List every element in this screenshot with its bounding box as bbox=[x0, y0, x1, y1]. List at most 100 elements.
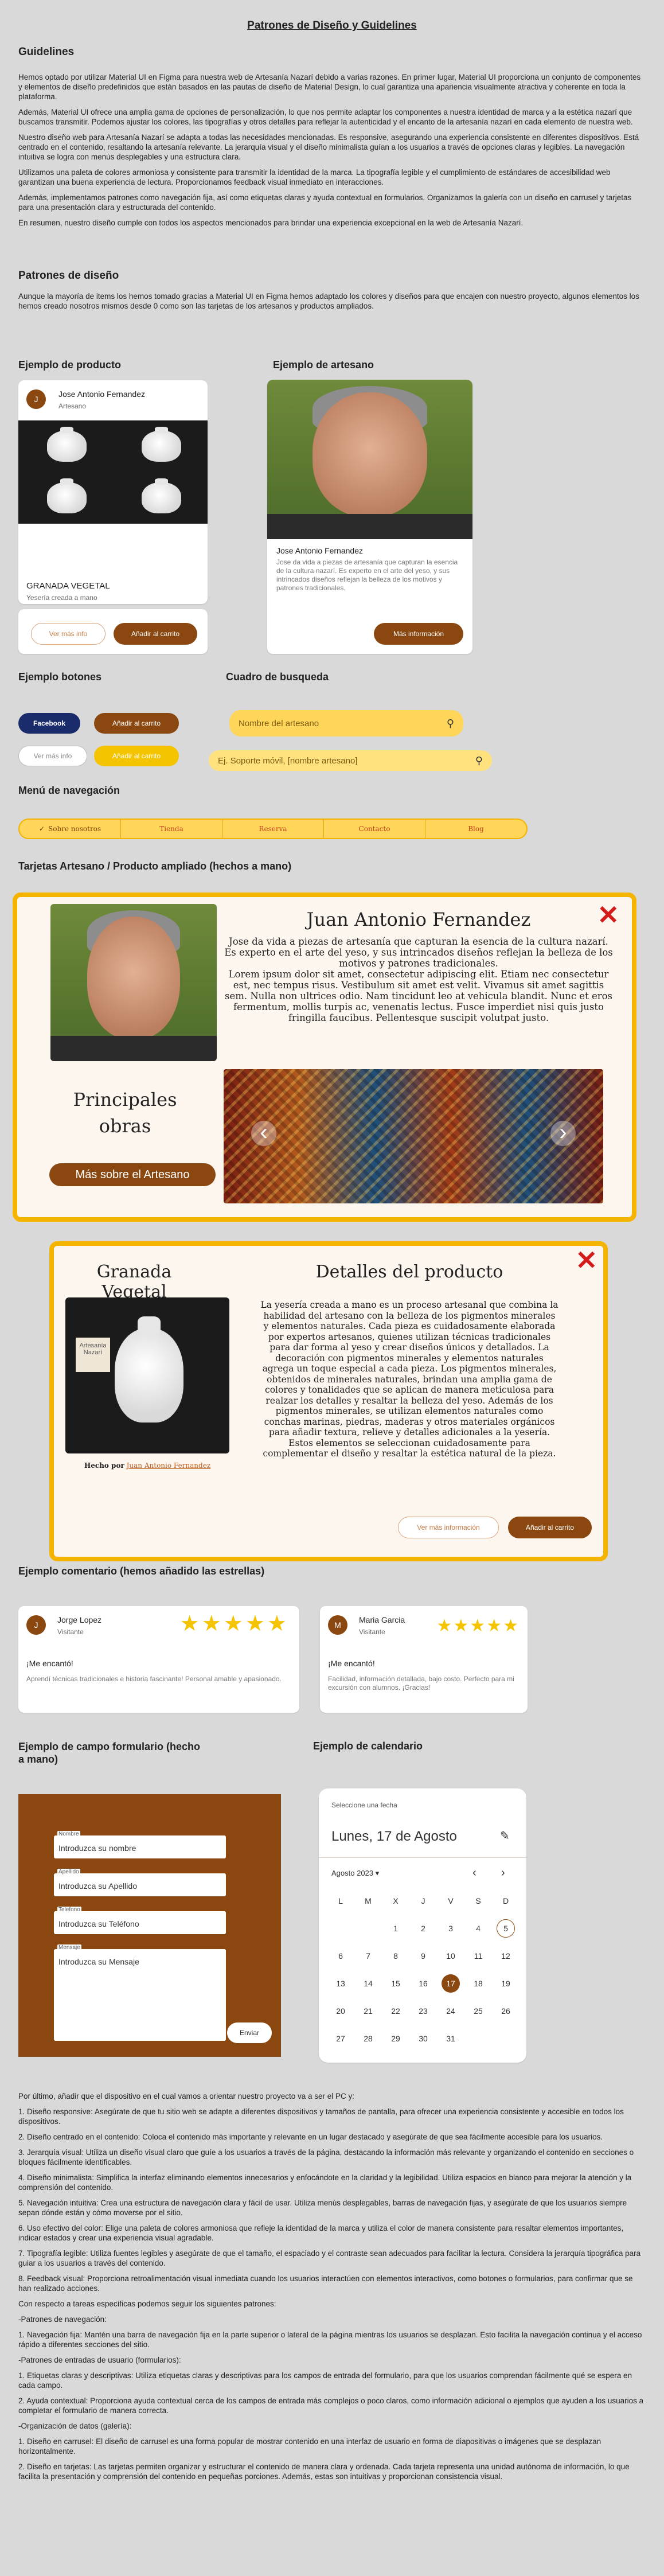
calendar-day[interactable]: 11 bbox=[469, 1947, 487, 1965]
carousel-prev-icon[interactable]: ‹ bbox=[251, 1121, 276, 1146]
commenter-name: Maria Garcia bbox=[359, 1615, 405, 1624]
about-artisan-button[interactable]: Más sobre el Artesano bbox=[49, 1163, 216, 1186]
comment-text: Aprendí técnicas tradicionales e histori… bbox=[26, 1675, 282, 1683]
nav-item-reserva[interactable]: Reserva bbox=[222, 820, 324, 838]
add-to-cart-button[interactable]: Añadir al carrito bbox=[508, 1517, 592, 1538]
calendar-day[interactable]: 4 bbox=[469, 1919, 487, 1938]
weekday-label: M bbox=[365, 1896, 372, 1905]
calendar-day[interactable]: 3 bbox=[442, 1919, 460, 1938]
calendar-day[interactable]: 23 bbox=[414, 2002, 432, 2020]
nav-item-sobre-nosotros[interactable]: ✓ Sobre nosotros bbox=[19, 820, 121, 838]
weekday-label: V bbox=[448, 1896, 454, 1905]
calendar-day[interactable]: 8 bbox=[386, 1947, 405, 1965]
more-info-button[interactable]: Ver más información bbox=[398, 1517, 499, 1538]
weekday-label: X bbox=[393, 1896, 399, 1905]
message-field[interactable]: Mensaje Introduzca su Mensaje bbox=[54, 1944, 226, 2041]
month-year-select[interactable]: Agosto 2023 ▾ bbox=[331, 1869, 379, 1878]
calendar-day[interactable]: 31 bbox=[442, 2029, 460, 2048]
comment-card: M Maria Garcia Visitante ★★★★★ ¡Me encan… bbox=[320, 1606, 528, 1713]
edit-icon[interactable]: ✎ bbox=[500, 1829, 510, 1843]
calendar-day[interactable]: 9 bbox=[414, 1947, 432, 1965]
search-icon[interactable]: ⚲ bbox=[447, 718, 454, 730]
comment-card: J Jorge Lopez Visitante ★★★★★ ¡Me encant… bbox=[18, 1606, 299, 1713]
device-item: 5. Navegación intuitiva: Crea una estruc… bbox=[18, 2199, 627, 2217]
carousel-next-icon[interactable]: › bbox=[550, 1121, 576, 1146]
form-pattern-item: 1. Etiquetas claras y descriptivas: Util… bbox=[18, 2371, 632, 2390]
artisan-card: Jose Antonio Fernandez Jose da vida a pi… bbox=[267, 380, 472, 654]
name-field[interactable]: Nombre Introduzca su nombre bbox=[54, 1831, 226, 1858]
close-icon[interactable]: ✕ bbox=[575, 1247, 597, 1273]
weekday-label: J bbox=[421, 1896, 425, 1905]
more-info-button[interactable]: Ver más info bbox=[31, 623, 106, 645]
search-icon[interactable]: ⚲ bbox=[475, 755, 483, 767]
patterns-intro: Con respecto a tareas específicas podemo… bbox=[18, 2300, 276, 2308]
nav-item-blog[interactable]: Blog bbox=[425, 820, 526, 838]
gallery-title: -Organización de datos (galería): bbox=[18, 2422, 132, 2430]
calendar-day[interactable]: 29 bbox=[386, 2029, 405, 2048]
nav-item-contacto[interactable]: Contacto bbox=[324, 820, 425, 838]
artisan-photo bbox=[50, 904, 217, 1061]
calendar-day[interactable]: 12 bbox=[497, 1947, 515, 1965]
search-placeholder: Nombre del artesano bbox=[239, 718, 319, 728]
calendar-day[interactable]: 5 bbox=[497, 1919, 515, 1938]
more-info-button[interactable]: Ver más info bbox=[18, 746, 87, 766]
calendar-day[interactable]: 25 bbox=[469, 2002, 487, 2020]
device-item: 2. Diseño centrado en el contenido: Colo… bbox=[18, 2133, 603, 2141]
search-input[interactable]: Nombre del artesano ⚲ bbox=[229, 710, 463, 736]
calendar-day[interactable]: 14 bbox=[359, 1974, 377, 1993]
comments-heading: Ejemplo comentario (hemos añadido las es… bbox=[18, 1565, 265, 1577]
phone-field[interactable]: Telefono Introduzca su Teléfono bbox=[54, 1907, 226, 1934]
comment-text: Facilidad, información detallada, bajo c… bbox=[328, 1675, 514, 1692]
next-month-icon[interactable]: › bbox=[501, 1866, 505, 1880]
calendar-day[interactable]: 24 bbox=[442, 2002, 460, 2020]
nav-item-tienda[interactable]: Tienda bbox=[121, 820, 222, 838]
calendar-day[interactable]: 17 bbox=[442, 1974, 460, 1993]
calendar-day[interactable]: 6 bbox=[331, 1947, 350, 1965]
artisan-link[interactable]: Juan Antonio Fernandez bbox=[127, 1462, 211, 1470]
calendar-day[interactable]: 28 bbox=[359, 2029, 377, 2048]
add-to-cart-button[interactable]: Añadir al carrito bbox=[94, 746, 179, 766]
weekday-label: S bbox=[475, 1896, 481, 1905]
surname-field[interactable]: Apellido Introduzca su Apellido bbox=[54, 1869, 226, 1896]
comment-title: ¡Me encantó! bbox=[26, 1659, 73, 1668]
calendar-day[interactable]: 16 bbox=[414, 1974, 432, 1993]
check-icon: ✓ bbox=[38, 825, 45, 833]
artisan-desc: Jose da vida a piezas de artesanía que c… bbox=[224, 936, 613, 1023]
search-box-heading: Cuadro de busqueda bbox=[226, 671, 329, 683]
product-image bbox=[113, 472, 208, 524]
calendar-day[interactable]: 10 bbox=[442, 1947, 460, 1965]
prev-month-icon[interactable]: ‹ bbox=[472, 1866, 476, 1880]
add-to-cart-button[interactable]: Añadir al carrito bbox=[114, 623, 197, 645]
search-placeholder: Ej. Soporte móvil, [nombre artesano] bbox=[218, 755, 358, 766]
calendar-grid: L M X J V S D 1 2 3 4 5 6 7 8 9 10 11 12 13 14 15 16 17 18 19 20 21… bbox=[327, 1892, 520, 2052]
form-example-heading: Ejemplo de campo formulario (hecho a man… bbox=[18, 1741, 201, 1765]
search-input[interactable]: Ej. Soporte móvil, [nombre artesano] ⚲ bbox=[209, 750, 492, 771]
calendar-day[interactable]: 15 bbox=[386, 1974, 405, 1993]
calendar-day[interactable]: 21 bbox=[359, 2002, 377, 2020]
gallery-item: 1. Diseño en carrusel: El diseño de carr… bbox=[18, 2437, 601, 2456]
calendar-day[interactable]: 1 bbox=[386, 1919, 405, 1938]
product-tag: Artesanía Nazarí bbox=[76, 1338, 110, 1372]
selected-date: Lunes, 17 de Agosto bbox=[331, 1829, 457, 1844]
facebook-button[interactable]: Facebook bbox=[18, 713, 80, 734]
calendar-day[interactable]: 22 bbox=[386, 2002, 405, 2020]
product-image bbox=[18, 420, 113, 472]
artisan-expanded-card: ✕ Juan Antonio Fernandez Jose da vida a … bbox=[13, 893, 636, 1222]
calendar-day[interactable]: 26 bbox=[497, 2002, 515, 2020]
calendar-day[interactable]: 20 bbox=[331, 2002, 350, 2020]
calendar-day[interactable]: 18 bbox=[469, 1974, 487, 1993]
add-to-cart-button[interactable]: Añadir al carrito bbox=[94, 713, 179, 734]
more-info-button[interactable]: Más información bbox=[374, 623, 463, 645]
calendar-day[interactable]: 2 bbox=[414, 1919, 432, 1938]
calendar-day[interactable]: 30 bbox=[414, 2029, 432, 2048]
send-button[interactable]: Enviar bbox=[227, 2022, 272, 2043]
calendar-day[interactable]: 27 bbox=[331, 2029, 350, 2048]
details-title: Detalles del producto bbox=[315, 1262, 503, 1282]
product-image bbox=[18, 472, 113, 524]
works-carousel[interactable]: ‹ › bbox=[224, 1069, 603, 1203]
calendar-day[interactable]: 19 bbox=[497, 1974, 515, 1993]
guidelines-paragraph: Además, implementamos patrones como nave… bbox=[18, 193, 632, 212]
calendar-day[interactable]: 7 bbox=[359, 1947, 377, 1965]
calendar-day[interactable]: 13 bbox=[331, 1974, 350, 1993]
avatar: J bbox=[26, 1615, 46, 1635]
